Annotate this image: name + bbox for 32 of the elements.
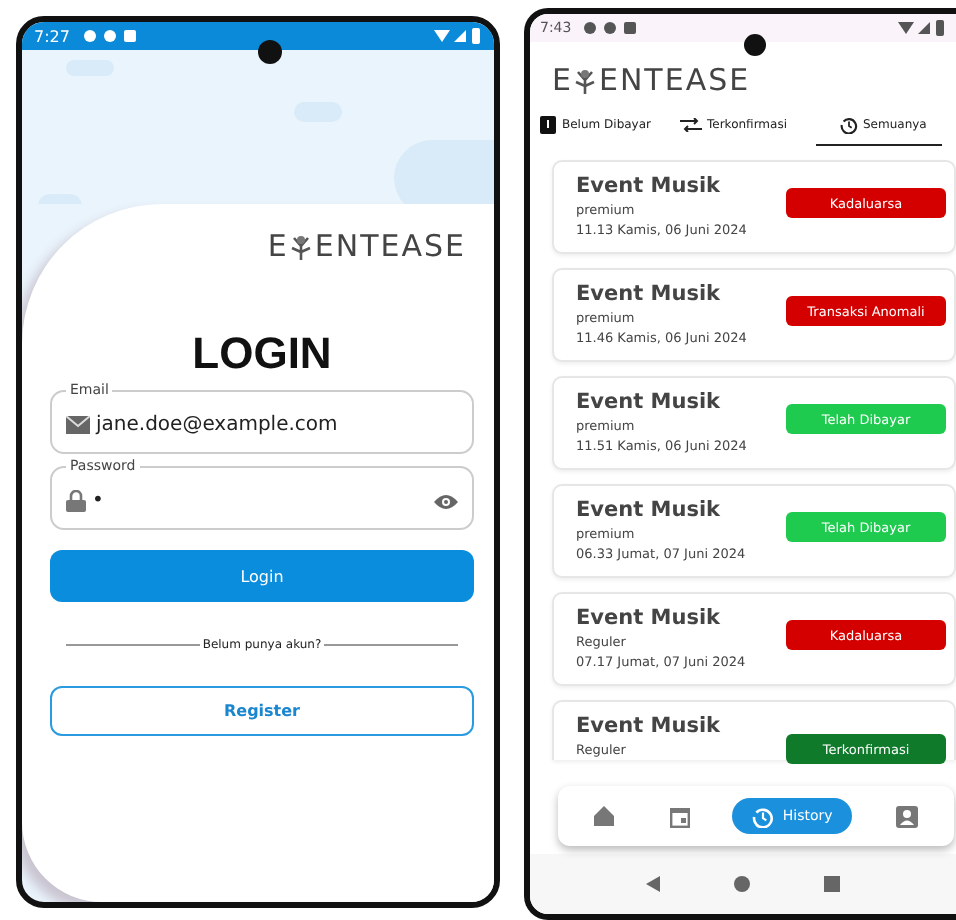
flower-icon (290, 233, 313, 259)
login-button[interactable]: Login (50, 550, 474, 602)
logo-text: ENTEASE (598, 62, 751, 98)
event-name: Event Musik (576, 606, 723, 630)
signal-battery-icon (898, 20, 946, 36)
history-icon (752, 805, 775, 827)
recents-icon[interactable] (823, 876, 840, 892)
event-name: Event Musik (576, 282, 723, 306)
logo-text: E (552, 62, 573, 98)
swap-icon (679, 118, 701, 132)
event-name: Event Musik (576, 498, 723, 522)
event-name: Event Musik (576, 174, 723, 198)
mail-icon (66, 416, 90, 434)
status-time: 7:27 (34, 27, 70, 45)
flower-icon (574, 67, 597, 93)
calendar-icon (669, 805, 690, 827)
profile-icon (896, 805, 919, 827)
logo-text: ENTEASE (314, 228, 466, 264)
history-icon (839, 116, 857, 134)
back-icon[interactable] (646, 876, 661, 892)
logo-text: E (267, 228, 289, 264)
camera-hole (258, 40, 282, 64)
event-name: Event Musik (576, 714, 723, 738)
camera-hole (744, 34, 766, 56)
home-button-icon[interactable] (733, 876, 750, 892)
lock-icon (66, 490, 86, 512)
register-button[interactable]: Register (50, 686, 474, 736)
eye-icon[interactable] (434, 493, 458, 509)
login-title: LOGIN (190, 328, 334, 380)
home-icon (593, 806, 614, 826)
event-name: Event Musik (576, 390, 723, 414)
signal-battery-icon (434, 28, 482, 44)
